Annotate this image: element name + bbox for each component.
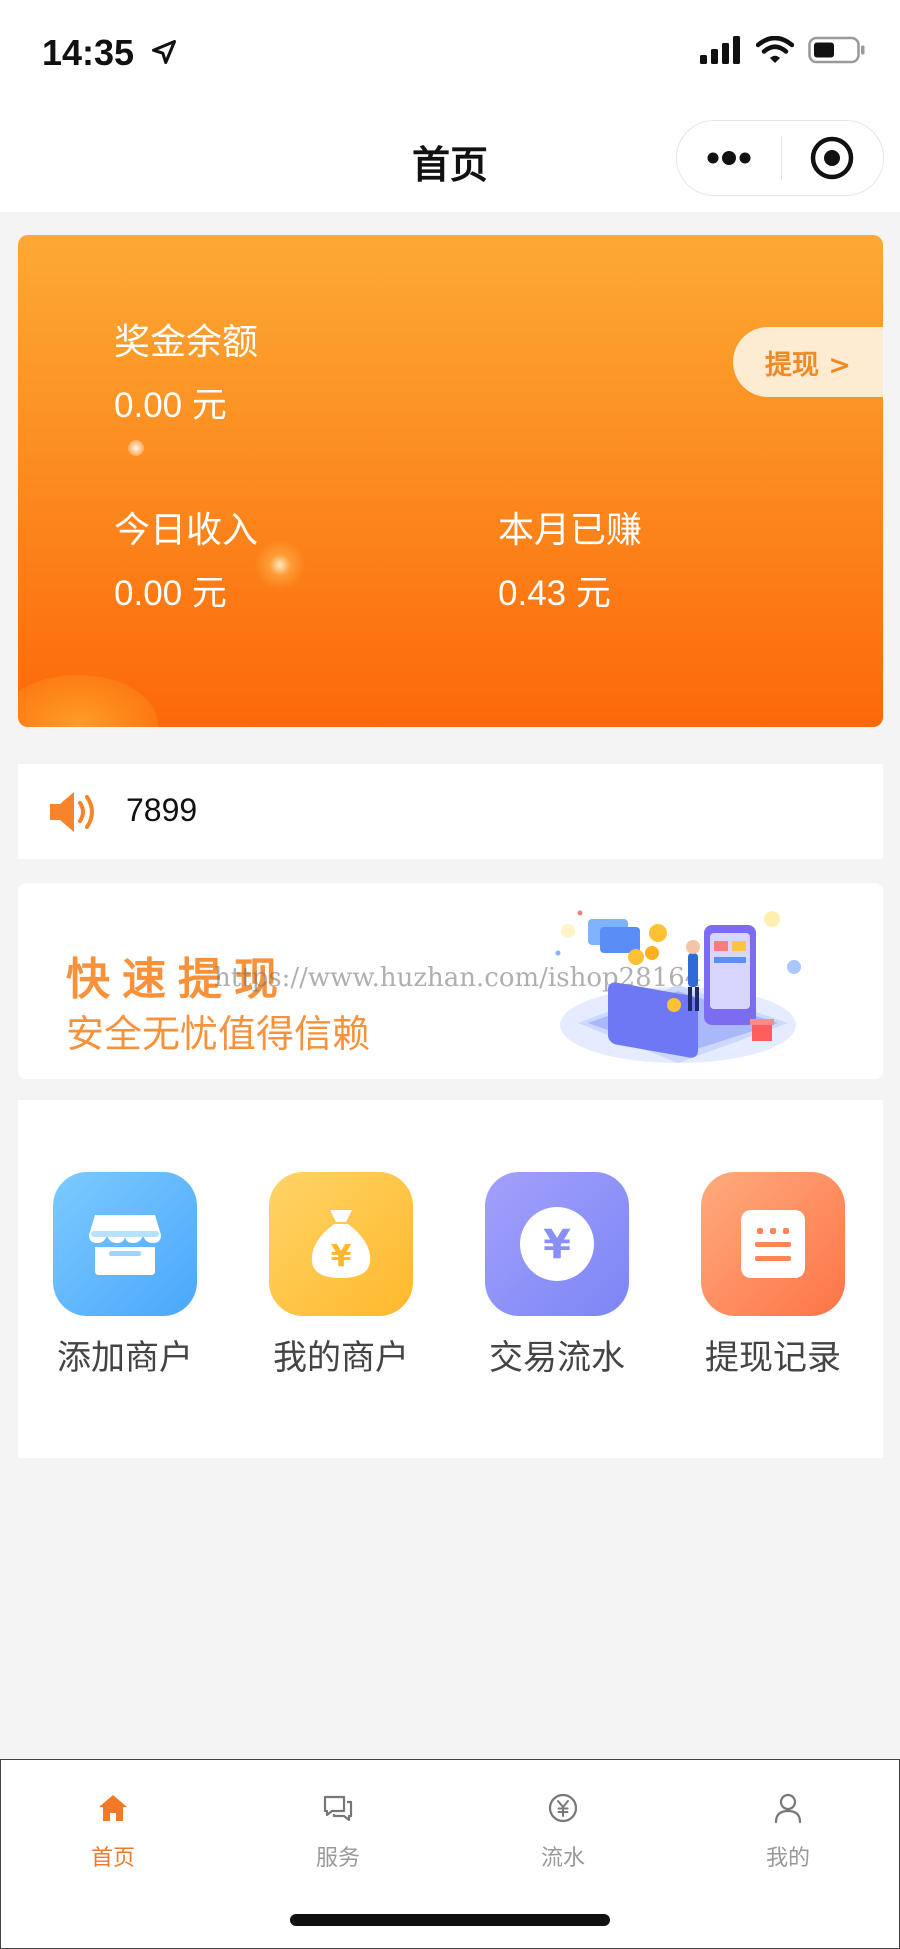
target-icon[interactable] bbox=[782, 120, 884, 196]
banner-subtitle: 安全无忧值得信赖 bbox=[66, 1012, 371, 1056]
tab-flow[interactable]: 流水 bbox=[488, 1786, 638, 1872]
menu-item-withdraw-records[interactable]: 提现记录 bbox=[693, 1172, 853, 1379]
bonus-balance-label: 奖金余额 bbox=[114, 322, 259, 363]
more-dots-icon[interactable] bbox=[677, 120, 781, 196]
sparkle-decoration bbox=[250, 535, 310, 595]
today-income-label: 今日收入 bbox=[114, 510, 259, 551]
menu-item-my-merchants[interactable]: ¥ 我的商户 bbox=[261, 1172, 421, 1379]
tab-home[interactable]: 首页 bbox=[38, 1786, 188, 1872]
tab-mine[interactable]: 我的 bbox=[713, 1786, 863, 1872]
yen-circle-icon: ¥ bbox=[485, 1172, 629, 1316]
yen-icon bbox=[488, 1786, 638, 1830]
location-arrow-icon bbox=[150, 38, 178, 70]
menu-label: 提现记录 bbox=[705, 1338, 841, 1378]
status-time: 14:35 bbox=[42, 32, 135, 73]
quick-withdraw-banner[interactable]: 快速提现 安全无忧值得信赖 https://www.huzhan.com/ish… bbox=[18, 883, 883, 1079]
money-bag-icon: ¥ bbox=[269, 1172, 413, 1316]
menu-item-add-merchant[interactable]: 添加商户 bbox=[45, 1172, 205, 1379]
signal-icon bbox=[700, 36, 742, 68]
bonus-balance-value: 0.00 元 bbox=[114, 386, 227, 425]
today-income-value: 0.00 元 bbox=[114, 574, 227, 613]
notice-text: 7899 bbox=[126, 792, 198, 828]
menu-label: 我的商户 bbox=[273, 1338, 409, 1378]
notice-bar[interactable]: 7899 bbox=[18, 764, 883, 859]
speaker-icon bbox=[46, 788, 100, 840]
tab-label: 服务 bbox=[315, 1846, 360, 1871]
tab-label: 首页 bbox=[90, 1846, 135, 1871]
status-bar: 14:35 bbox=[0, 0, 900, 108]
month-earned-value: 0.43 元 bbox=[498, 574, 611, 613]
tab-service[interactable]: 服务 bbox=[263, 1786, 413, 1872]
withdraw-button[interactable]: 提现 > bbox=[733, 327, 883, 397]
mini-program-capsule bbox=[676, 120, 884, 196]
svg-text:¥: ¥ bbox=[543, 1222, 571, 1268]
nav-bar: 首页 bbox=[0, 108, 900, 212]
user-icon bbox=[713, 1786, 863, 1830]
menu-panel: 添加商户 ¥ 我的商户 ¥ 交易流水 提现记录 bbox=[18, 1100, 883, 1458]
tab-label: 我的 bbox=[765, 1846, 810, 1871]
record-icon bbox=[701, 1172, 845, 1316]
home-icon bbox=[38, 1786, 188, 1830]
balance-card: 奖金余额 0.00 元 提现 > 今日收入 0.00 元 本月已赚 0.43 元 bbox=[18, 235, 883, 727]
wifi-icon bbox=[755, 35, 795, 68]
sparkle-decoration bbox=[128, 440, 144, 456]
menu-label: 交易流水 bbox=[489, 1338, 625, 1378]
menu-label: 添加商户 bbox=[57, 1338, 193, 1378]
glow-decoration bbox=[18, 675, 158, 727]
store-icon bbox=[53, 1172, 197, 1316]
menu-item-transactions[interactable]: ¥ 交易流水 bbox=[477, 1172, 637, 1379]
home-indicator bbox=[290, 1914, 610, 1926]
tab-label: 流水 bbox=[540, 1846, 585, 1871]
month-earned-label: 本月已赚 bbox=[498, 510, 643, 551]
battery-icon bbox=[808, 36, 866, 68]
chat-icon bbox=[263, 1786, 413, 1830]
svg-text:¥: ¥ bbox=[331, 1239, 352, 1274]
payment-illustration bbox=[528, 895, 828, 1079]
